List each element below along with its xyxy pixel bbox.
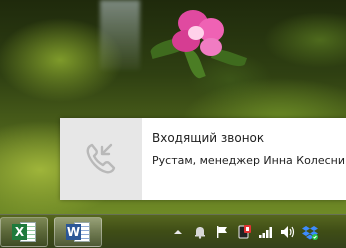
wallpaper-flower xyxy=(200,38,222,56)
taskbar-button-word[interactable]: W xyxy=(54,217,102,247)
taskbar-button-excel[interactable]: X xyxy=(0,217,48,247)
excel-icon: X xyxy=(12,221,36,243)
incoming-call-notification[interactable]: Входящий звонок Рустам, менеджер Инна Ко… xyxy=(60,118,346,200)
action-center-flag-icon[interactable] xyxy=(214,224,230,240)
wallpaper-flower xyxy=(188,26,204,40)
notification-bell-icon[interactable] xyxy=(192,224,208,240)
notification-body: Рустам, менеджер Инна Колеснико xyxy=(152,154,346,167)
dropbox-icon[interactable] xyxy=(302,224,318,240)
notification-icon-area xyxy=(60,118,142,200)
app-tray-icon[interactable] xyxy=(236,224,252,240)
taskbar: X W xyxy=(0,214,346,248)
phone-handset-icon xyxy=(86,143,116,174)
word-icon: W xyxy=(66,221,90,243)
notification-title: Входящий звонок xyxy=(152,131,265,145)
wallpaper-waterfall xyxy=(100,0,140,70)
show-hidden-icons-chevron-icon[interactable] xyxy=(170,224,186,240)
volume-icon[interactable] xyxy=(280,224,296,240)
network-signal-icon[interactable] xyxy=(258,224,274,240)
